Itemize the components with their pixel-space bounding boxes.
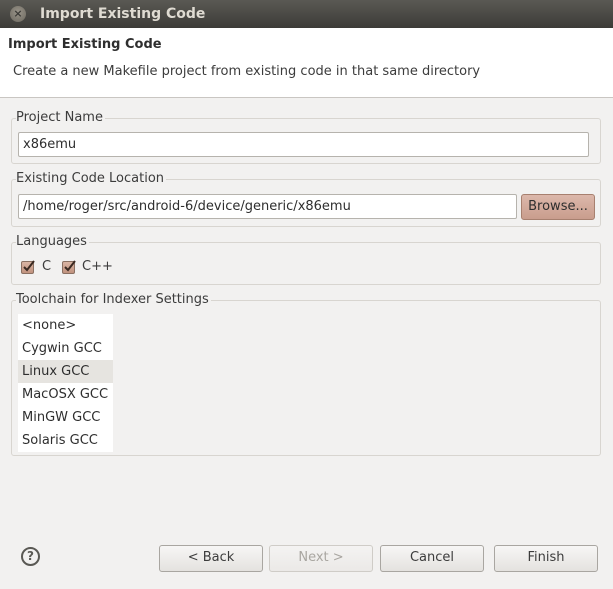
c-language-checkbox[interactable] xyxy=(21,260,35,274)
toolchain-item-mingw-gcc[interactable]: MinGW GCC xyxy=(18,406,113,429)
toolchain-label: Toolchain for Indexer Settings xyxy=(16,292,211,307)
close-icon: × xyxy=(13,7,23,20)
toolchain-item-none[interactable]: <none> xyxy=(18,314,113,337)
window-title: Import Existing Code xyxy=(40,6,206,22)
toolchain-list[interactable]: <none> Cygwin GCC Linux GCC MacOSX GCC M… xyxy=(18,314,113,452)
c-language-label: C xyxy=(42,259,52,274)
toolchain-item-solaris-gcc[interactable]: Solaris GCC xyxy=(18,429,113,452)
browse-button[interactable]: Browse... xyxy=(521,194,595,220)
help-icon[interactable]: ? xyxy=(21,547,40,566)
toolchain-item-linux-gcc[interactable]: Linux GCC xyxy=(18,360,113,383)
wizard-page-description: Create a new Makefile project from exist… xyxy=(13,64,481,79)
finish-button[interactable]: Finish xyxy=(494,545,598,572)
project-name-label: Project Name xyxy=(16,110,105,125)
code-location-label: Existing Code Location xyxy=(16,171,167,186)
cpp-language-checkbox[interactable] xyxy=(62,260,76,274)
code-location-input[interactable]: /home/roger/src/android-6/device/generic… xyxy=(18,194,517,219)
checkmark-icon xyxy=(23,260,35,272)
next-button[interactable]: Next > xyxy=(269,545,373,572)
project-name-input[interactable]: x86emu xyxy=(18,132,589,157)
checkmark-icon xyxy=(64,260,76,272)
languages-label: Languages xyxy=(16,234,89,249)
wizard-header: Import Existing Code Create a new Makefi… xyxy=(0,28,613,98)
toolchain-item-macosx-gcc[interactable]: MacOSX GCC xyxy=(18,383,113,406)
cancel-button[interactable]: Cancel xyxy=(380,545,484,572)
close-window-button[interactable]: × xyxy=(10,6,26,22)
cpp-language-label: C++ xyxy=(82,259,113,274)
wizard-page-title: Import Existing Code xyxy=(8,37,162,52)
back-button[interactable]: < Back xyxy=(159,545,263,572)
window-titlebar: × Import Existing Code xyxy=(0,0,613,28)
toolchain-item-cygwin-gcc[interactable]: Cygwin GCC xyxy=(18,337,113,360)
